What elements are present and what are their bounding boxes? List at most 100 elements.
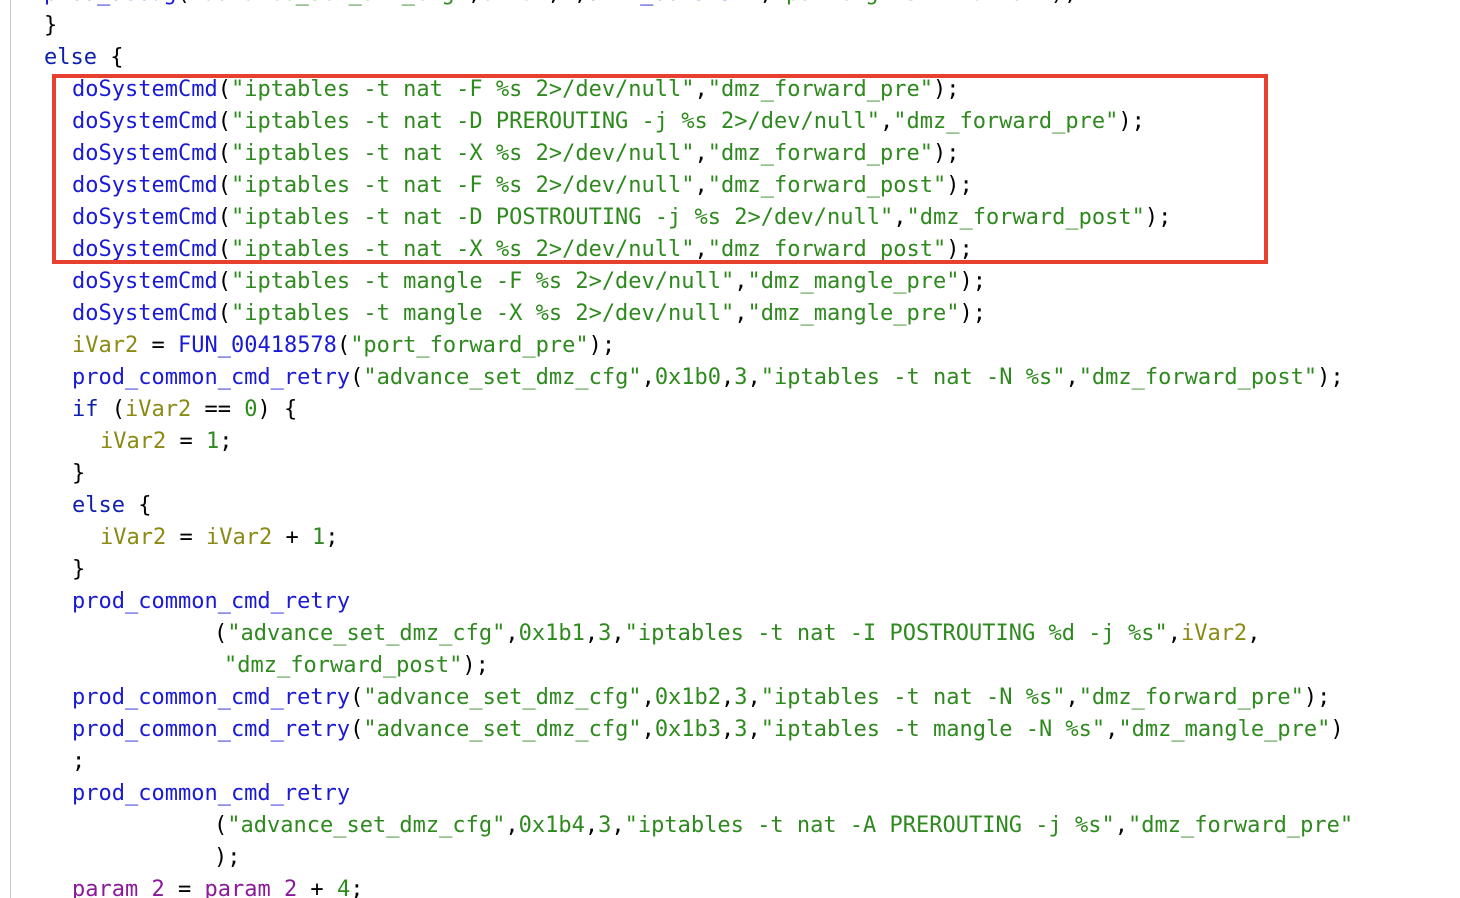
code-token: ( (217, 109, 231, 134)
code-line[interactable]: prod_debug("advance_set_dmz_cfg",0x1a1,1… (44, 0, 1353, 10)
code-token: , (1167, 621, 1181, 646)
code-token: 0 (244, 397, 258, 422)
code-token[interactable]: doSystemCmd (72, 205, 218, 230)
code-token[interactable]: prod_debug (44, 0, 176, 6)
code-token[interactable]: iVar2 (1181, 621, 1247, 646)
code-token[interactable]: prod_common_cmd_retry (72, 781, 350, 806)
code-token[interactable]: param_2 (72, 877, 165, 898)
code-token: , (611, 621, 625, 646)
code-line[interactable]: else { (44, 42, 1353, 74)
code-token[interactable]: prod_common_cmd_retry (72, 685, 350, 710)
code-token: "iptables -t nat -F %s 2>/dev/null" (230, 173, 695, 198)
code-token: "iptables -t nat -X %s 2>/dev/null" (230, 141, 695, 166)
code-token[interactable]: doSystemCmd (72, 109, 218, 134)
code-token: , (1065, 685, 1079, 710)
code-token: 3 (734, 717, 748, 742)
code-token: , (721, 365, 735, 390)
code-line[interactable]: doSystemCmd("iptables -t mangle -X %s 2>… (44, 298, 1353, 330)
code-token: == (191, 397, 245, 422)
code-token: ); (462, 653, 489, 678)
code-token: ( (336, 333, 351, 358)
code-token: , (1065, 365, 1079, 390)
code-token[interactable]: prod_common_cmd_retry (72, 717, 350, 742)
code-line[interactable]: prod_common_cmd_retry("advance_set_dmz_c… (44, 682, 1353, 714)
code-token: "iptables -t nat -F %s 2>/dev/null" (230, 77, 695, 102)
code-token: , (721, 685, 735, 710)
code-line[interactable]: ("advance_set_dmz_cfg",0x1b1,3,"iptables… (44, 618, 1353, 650)
code-token: "advance_set_dmz_cfg" (363, 717, 642, 742)
code-line[interactable]: ; (44, 746, 1353, 778)
code-line[interactable]: } (44, 458, 1353, 490)
code-token: { (124, 493, 152, 518)
code-token[interactable]: doSystemCmd (72, 237, 218, 262)
code-line[interactable]: iVar2 = iVar2 + 1; (44, 522, 1353, 554)
code-token[interactable]: DAT_00497514 (600, 0, 759, 6)
code-token: "advance_set_dmz_cfg" (363, 685, 642, 710)
code-token: "iptables -t nat -X %s 2>/dev/null" (230, 237, 695, 262)
code-line[interactable]: prod_common_cmd_retry("advance_set_dmz_c… (44, 714, 1353, 746)
code-token[interactable]: iVar2 (100, 525, 166, 550)
code-token: 1 (561, 0, 574, 6)
code-token[interactable]: prod_common_cmd_retry (72, 365, 350, 390)
code-token: ( (214, 621, 228, 646)
code-token[interactable]: doSystemCmd (72, 77, 218, 102)
code-line[interactable]: iVar2 = 1; (44, 426, 1353, 458)
code-line[interactable]: doSystemCmd("iptables -t nat -X %s 2>/de… (44, 138, 1353, 170)
code-line[interactable]: doSystemCmd("iptables -t nat -F %s 2>/de… (44, 74, 1353, 106)
code-token[interactable]: doSystemCmd (72, 269, 218, 294)
code-token: ); (1118, 109, 1145, 134)
code-token[interactable]: iVar2 (72, 333, 138, 358)
code-token[interactable]: iVar2 (206, 525, 272, 550)
code-token: ( (217, 205, 231, 230)
code-token: "port_forward_pre" (350, 333, 589, 358)
code-token[interactable]: prod_common_cmd_retry (72, 589, 350, 614)
code-token: ); (214, 845, 241, 870)
code-line[interactable]: prod_common_cmd_retry (44, 778, 1353, 810)
code-token: "advance_set_dmz_cfg" (227, 813, 506, 838)
code-token: , (1114, 813, 1128, 838)
code-token: ); (932, 141, 960, 166)
code-token[interactable]: FUN_00418578 (178, 333, 337, 358)
code-line[interactable]: } (44, 554, 1353, 586)
code-token: ( (98, 397, 125, 422)
code-line[interactable]: doSystemCmd("iptables -t nat -D PREROUTI… (44, 106, 1353, 138)
code-line[interactable]: doSystemCmd("iptables -t nat -X %s 2>/de… (44, 234, 1353, 266)
code-token: 0x1a1 (481, 0, 547, 6)
code-token: "iptables -t nat -I POSTROUTING %d -j %s… (624, 621, 1168, 646)
code-token[interactable]: iVar2 (100, 429, 166, 454)
code-token: , (694, 173, 708, 198)
code-line[interactable]: doSystemCmd("iptables -t nat -F %s 2>/de… (44, 170, 1353, 202)
code-line[interactable]: prod_common_cmd_retry("advance_set_dmz_c… (44, 362, 1353, 394)
code-line[interactable]: iVar2 = FUN_00418578("port_forward_pre")… (44, 330, 1353, 362)
code-token: ( (350, 685, 364, 710)
code-token: ); (1303, 685, 1331, 710)
code-line[interactable]: if (iVar2 == 0) { (44, 394, 1353, 426)
code-line[interactable]: param_2 = param_2 + 4; (44, 874, 1353, 898)
code-line[interactable]: else { (44, 490, 1353, 522)
code-token: "dmz_forward_post" (906, 205, 1145, 230)
code-token: else (72, 493, 125, 518)
code-token: 0x1b2 (654, 685, 722, 710)
code-token: 3 (598, 813, 612, 838)
code-token: , (747, 685, 761, 710)
code-token[interactable]: doSystemCmd (72, 141, 218, 166)
code-line[interactable]: "dmz_forward_post"); (44, 650, 1353, 682)
code-listing[interactable]: prod_debug("advance_set_dmz_cfg",0x1a1,1… (44, 0, 1353, 898)
code-token: 3 (598, 621, 612, 646)
code-token: "advance_set_dmz_cfg" (227, 621, 506, 646)
code-token: 1 (311, 525, 326, 550)
code-token: ( (214, 813, 228, 838)
code-token[interactable]: doSystemCmd (72, 301, 218, 326)
code-token: , (747, 717, 761, 742)
code-token: 0x1b1 (518, 621, 585, 646)
code-token[interactable]: iVar2 (125, 397, 191, 422)
code-token[interactable]: param_2 (204, 877, 297, 898)
code-line[interactable]: doSystemCmd("iptables -t mangle -F %s 2>… (44, 266, 1353, 298)
code-line[interactable]: ); (44, 842, 1353, 874)
code-line[interactable]: prod_common_cmd_retry (44, 586, 1353, 618)
code-line[interactable]: doSystemCmd("iptables -t nat -D POSTROUT… (44, 202, 1353, 234)
code-line[interactable]: } (44, 10, 1353, 42)
code-line[interactable]: ("advance_set_dmz_cfg",0x1b4,3,"iptables… (44, 810, 1353, 842)
code-token[interactable]: doSystemCmd (72, 173, 218, 198)
code-token: ( (217, 173, 231, 198)
